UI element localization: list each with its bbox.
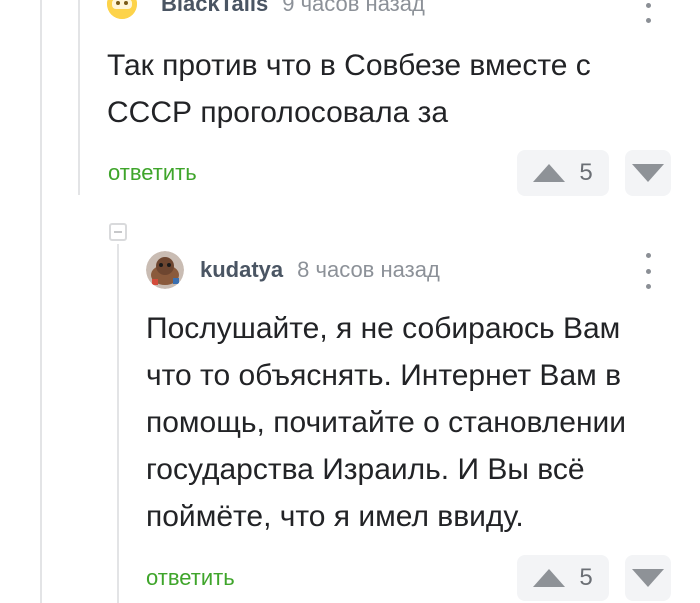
comment-text-line: Так против что в Совбезе вместе с (107, 49, 591, 82)
collapse-thread-button[interactable] (109, 223, 127, 241)
upvote-button[interactable]: 5 (517, 555, 609, 601)
avatar-emoji-icon[interactable] (107, 0, 137, 19)
thread-line-left (78, 0, 80, 195)
comment-header: kudatya 8 часов назад (146, 251, 440, 289)
username[interactable]: kudatya (200, 257, 283, 283)
vote-count: 5 (579, 159, 593, 186)
thread-line-outer (40, 0, 42, 603)
comment-text-line: поймёте, что я имел ввиду. (146, 500, 524, 533)
more-options-icon[interactable] (636, 253, 660, 289)
comment-text: Послушайте, я не собираюсь Вам что то об… (146, 305, 626, 540)
arrow-down-icon (632, 164, 664, 182)
thread-line-reply (117, 244, 119, 603)
downvote-button[interactable] (625, 150, 671, 196)
comment-text-line: Послушайте, я не собираюсь Вам (146, 312, 621, 345)
vote-count: 5 (579, 564, 593, 591)
comment-text: Так против что в Совбезе вместе с СССР п… (107, 42, 591, 136)
arrow-up-icon (533, 164, 566, 182)
arrow-up-icon (533, 569, 566, 587)
arrow-down-icon (632, 569, 664, 587)
upvote-button[interactable]: 5 (517, 150, 609, 196)
comment-text-line: помощь, почитайте о становлении (146, 406, 627, 439)
reply-link[interactable]: ответить (146, 565, 235, 591)
timestamp[interactable]: 8 часов назад (297, 257, 440, 283)
comment-text-line: СССР проголосовала за (107, 96, 449, 129)
timestamp[interactable]: 9 часов назад (282, 0, 425, 17)
reply-link[interactable]: ответить (108, 160, 197, 186)
username[interactable]: BlackTails (161, 0, 268, 17)
downvote-button[interactable] (625, 555, 671, 601)
avatar-photo-icon[interactable] (146, 251, 184, 289)
comment-text-line: государства Израиль. И Вы всё (146, 453, 585, 486)
more-options-icon[interactable] (636, 0, 660, 23)
comment-header: BlackTails 9 часов назад (107, 0, 425, 22)
comment-text-line: что то объяснять. Интернет Вам в (146, 359, 622, 392)
